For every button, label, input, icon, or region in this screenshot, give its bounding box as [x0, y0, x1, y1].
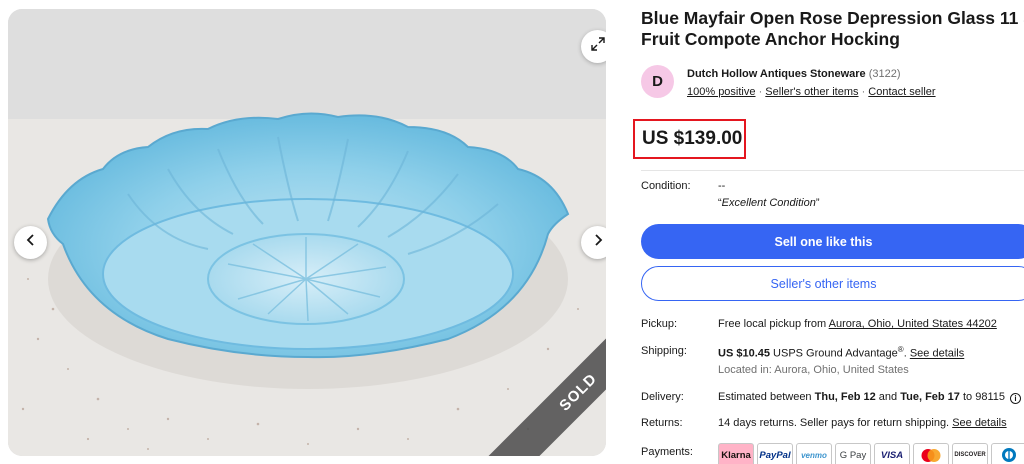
seller-avatar[interactable]: D	[641, 65, 674, 98]
returns-label: Returns:	[641, 417, 683, 429]
seller-avatar-letter: D	[652, 73, 663, 90]
seller-positive-link[interactable]: 100% positive	[687, 86, 756, 98]
discover-icon: DISCOVER	[952, 443, 988, 464]
condition-note: “Excellent Condition”	[718, 197, 820, 209]
seller-other-items-link[interactable]: Seller's other items	[765, 86, 858, 98]
condition-label: Condition:	[641, 180, 691, 192]
sellers-other-items-button[interactable]: Seller's other items	[641, 266, 1024, 301]
paypal-icon: PayPal	[757, 443, 793, 464]
delivery-start: Thu, Feb 12	[814, 391, 876, 403]
google-pay-icon: G Pay	[835, 443, 871, 464]
sellers-other-items-label: Seller's other items	[770, 276, 877, 291]
listing-title-line1: Blue Mayfair Open Rose Depression Glass …	[641, 8, 1024, 28]
expand-button[interactable]	[581, 30, 606, 63]
chevron-right-icon	[591, 233, 605, 252]
listing-title-line2: Fruit Compote Anchor Hocking	[641, 29, 900, 49]
delivery-value: Estimated between Thu, Feb 12 and Tue, F…	[718, 391, 1022, 404]
returns-details-link[interactable]: See details	[952, 417, 1006, 429]
seller-link-separator: ·	[861, 86, 866, 98]
sell-one-like-this-button[interactable]: Sell one like this	[641, 224, 1024, 259]
item-price: US $139.00	[642, 128, 743, 149]
seller-name[interactable]: Dutch Hollow Antiques Stoneware	[687, 68, 866, 80]
pickup-label: Pickup:	[641, 318, 678, 330]
expand-icon	[590, 36, 606, 57]
klarna-icon: Klarna	[718, 443, 754, 464]
condition-value: --	[718, 180, 726, 192]
pickup-prefix: Free local pickup from	[718, 318, 829, 330]
seller-link-separator: ·	[758, 86, 763, 98]
product-photo[interactable]	[8, 9, 606, 456]
image-gallery[interactable]: SOLD	[8, 9, 606, 456]
contact-seller-link[interactable]: Contact seller	[868, 86, 935, 98]
condition-note-text: Excellent Condition	[721, 197, 816, 209]
section-divider	[641, 170, 1024, 171]
shipping-label: Shipping:	[641, 345, 687, 357]
returns-value: 14 days returns. Seller pays for return …	[718, 417, 1007, 429]
pickup-location-link[interactable]: Aurora, Ohio, United States 44202	[829, 318, 997, 330]
shipping-details-link[interactable]: See details	[910, 348, 964, 360]
seller-links: 100% positive · Seller's other items · C…	[687, 86, 936, 98]
diners-club-icon	[991, 443, 1024, 464]
listing-title: Blue Mayfair Open Rose Depression Glass …	[641, 8, 1024, 50]
chevron-left-icon	[24, 233, 38, 252]
visa-icon: VISA	[874, 443, 910, 464]
shipping-value: US $10.45 USPS Ground Advantage®. See de…	[718, 345, 965, 360]
delivery-end: Tue, Feb 17	[900, 391, 960, 403]
shipping-located-in: Located in: Aurora, Ohio, United States	[718, 364, 909, 376]
price-highlight-box: US $139.00	[633, 119, 746, 159]
delivery-label: Delivery:	[641, 391, 684, 403]
seller-card: D Dutch Hollow Antiques Stoneware (3122)…	[641, 60, 1024, 108]
pickup-value: Free local pickup from Aurora, Ohio, Uni…	[718, 318, 997, 330]
mastercard-icon	[913, 443, 949, 464]
shipping-service: USPS Ground Advantage	[769, 347, 898, 360]
next-image-button[interactable]	[581, 226, 606, 259]
seller-feedback-count: (3122)	[868, 68, 901, 80]
seller-name-line: Dutch Hollow Antiques Stoneware (3122)	[687, 68, 901, 80]
previous-image-button[interactable]	[14, 226, 47, 259]
sell-one-like-this-label: Sell one like this	[774, 234, 873, 249]
payments-label: Payments:	[641, 446, 693, 458]
info-icon[interactable]: i	[1010, 393, 1022, 404]
venmo-icon: venmo	[796, 443, 832, 464]
payment-methods: Klarna PayPal venmo G Pay VISA DISCOVER	[718, 443, 1024, 464]
shipping-cost: US $10.45	[718, 347, 770, 360]
